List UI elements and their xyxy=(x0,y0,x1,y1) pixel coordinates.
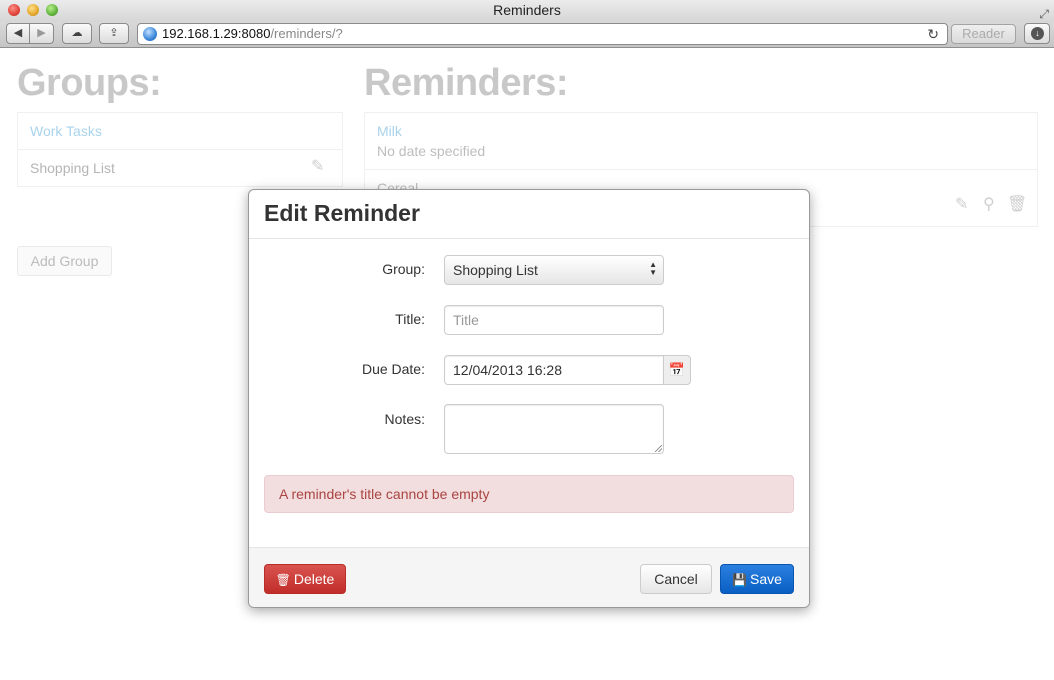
map-marker-icon[interactable]: ⚲ xyxy=(983,194,995,214)
icloud-icon: ☁ xyxy=(71,27,83,39)
modal-footer: 🗑 Delete Cancel 💾 Save xyxy=(249,547,809,607)
reminder-item-milk[interactable]: Milk No date specified xyxy=(365,113,1037,170)
due-date-label: Due Date: xyxy=(361,361,425,377)
cancel-button[interactable]: Cancel xyxy=(640,564,712,594)
reload-icon[interactable]: ↻ xyxy=(927,24,939,44)
modal-header: Edit Reminder xyxy=(249,190,809,239)
save-button[interactable]: 💾 Save xyxy=(720,564,794,594)
reminder-date: No date specified xyxy=(377,143,486,159)
reader-button[interactable]: Reader xyxy=(951,24,1016,44)
share-button[interactable]: ⇪ xyxy=(99,23,129,44)
url-path: /reminders/? xyxy=(270,26,343,41)
forward-button[interactable]: ▶ xyxy=(29,23,54,44)
window-title: Reminders xyxy=(493,2,561,18)
group-label[interactable]: Work Tasks xyxy=(30,123,102,139)
notes-label: Notes: xyxy=(384,411,425,427)
edit-reminder-modal: Edit Reminder Group: Shopping List ▲ ▼ Ti… xyxy=(248,189,810,608)
title-label: Title: xyxy=(395,311,425,327)
minimize-window-button[interactable] xyxy=(27,4,39,16)
trash-icon: 🗑 xyxy=(275,573,291,587)
select-arrows-icon: ▲ ▼ xyxy=(649,260,657,277)
address-bar[interactable]: 192.168.1.29:8080/reminders/? ↻ xyxy=(137,23,948,45)
delete-button-label: Delete xyxy=(293,571,335,587)
trash-icon[interactable]: 🗑 xyxy=(1007,194,1027,214)
resize-grip-icon[interactable] xyxy=(655,445,662,452)
downloads-button[interactable]: ↓ xyxy=(1024,23,1050,44)
title-input-placeholder: Title xyxy=(453,312,479,328)
due-date-value: 12/04/2013 16:28 xyxy=(453,362,562,378)
back-button[interactable]: ◀ xyxy=(6,23,30,44)
reminder-title[interactable]: Milk xyxy=(377,123,402,139)
calendar-button[interactable]: 📅 xyxy=(663,355,691,385)
url-host: 192.168.1.29:8080 xyxy=(162,26,271,41)
groups-heading: Groups: xyxy=(17,62,162,104)
close-window-button[interactable] xyxy=(8,4,20,16)
calendar-icon: 📅 xyxy=(668,362,686,377)
edit-icon[interactable]: ✎ xyxy=(311,156,324,176)
edit-icon[interactable]: ✎ xyxy=(955,194,968,214)
back-arrow-icon: ◀ xyxy=(13,27,23,39)
floppy-disk-icon: 💾 xyxy=(732,573,748,587)
group-select-value: Shopping List xyxy=(453,262,538,278)
window-titlebar: Reminders ⤢ xyxy=(0,0,1054,22)
add-group-button[interactable]: Add Group xyxy=(17,246,112,276)
due-date-input[interactable]: 12/04/2013 16:28 xyxy=(444,355,664,385)
group-label: Group: xyxy=(382,261,425,277)
group-select[interactable]: Shopping List ▲ ▼ xyxy=(444,255,664,285)
delete-button[interactable]: 🗑 Delete xyxy=(264,564,346,594)
error-alert: A reminder's title cannot be empty xyxy=(264,475,794,513)
notes-textarea[interactable] xyxy=(444,404,664,454)
share-icon: ⇪ xyxy=(109,27,119,39)
download-icon: ↓ xyxy=(1031,27,1044,40)
group-item-shopping-list[interactable]: Shopping List ✎ xyxy=(18,150,342,187)
forward-arrow-icon: ▶ xyxy=(37,27,46,39)
zoom-window-button[interactable] xyxy=(46,4,58,16)
reminders-heading: Reminders: xyxy=(364,62,569,104)
modal-title: Edit Reminder xyxy=(264,200,420,226)
group-item-work-tasks[interactable]: Work Tasks xyxy=(18,113,342,150)
title-input[interactable]: Title xyxy=(444,305,664,335)
browser-toolbar: ◀ ▶ ☁ ⇪ 192.168.1.29:8080/reminders/? ↻ … xyxy=(0,22,1054,48)
icloud-tabs-button[interactable]: ☁ xyxy=(62,23,92,44)
globe-icon xyxy=(143,27,157,41)
group-label[interactable]: Shopping List xyxy=(30,160,115,176)
save-button-label: Save xyxy=(750,571,782,587)
groups-list: Work Tasks Shopping List ✎ xyxy=(17,112,343,187)
